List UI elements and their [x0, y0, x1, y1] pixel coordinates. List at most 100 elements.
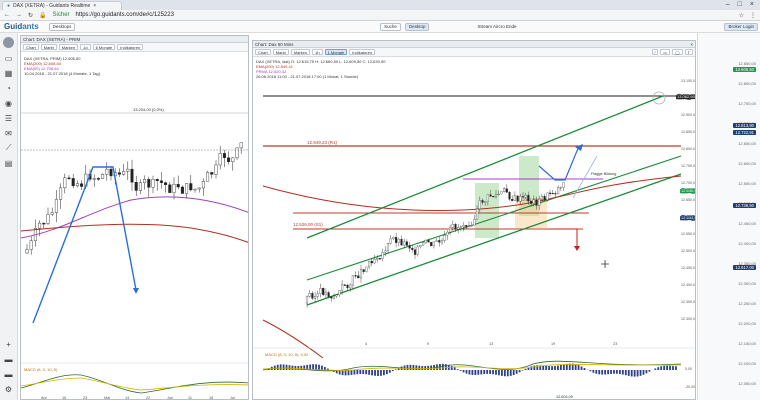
logo[interactable]: Guidants [2, 22, 39, 31]
macd-bar [341, 370, 344, 376]
tab-close-icon[interactable]: × [93, 3, 96, 9]
right-candle [519, 196, 522, 202]
forward-icon[interactable]: → [16, 12, 22, 18]
right-tool-interval[interactable]: 1h [312, 49, 323, 55]
macd-bar [666, 365, 668, 370]
left-chart-canvas[interactable]: 13.204,00 (0,0%) MACD (8, 3, 10, 5) Apr 1… [21, 53, 249, 400]
down-arrow-head [574, 246, 580, 251]
right-candle [508, 192, 511, 200]
grid-icon[interactable]: ▤ [4, 158, 14, 168]
folder-icon[interactable]: ▬ [4, 354, 14, 364]
left-blue-path [32, 166, 137, 324]
right-tool-chart[interactable]: Chart [255, 49, 271, 55]
left-x-tick: 18 [209, 396, 213, 400]
macd-bar [542, 365, 545, 370]
macd-bar [669, 365, 671, 370]
bell-icon[interactable]: ◔ [4, 83, 14, 93]
left-x-tick: 14 [125, 396, 129, 400]
scale-tick: 12.800,00 [738, 81, 756, 86]
macd-bar [498, 370, 500, 376]
macd-bar [633, 370, 636, 377]
right-tool-range[interactable]: 1 Monate [324, 49, 348, 55]
right-candle [532, 199, 535, 204]
message-icon[interactable]: ✉ [4, 128, 14, 138]
scale-tick: 12.050,00 [738, 381, 756, 386]
left-tool-range[interactable]: 6 Monate [92, 44, 116, 50]
maximize-icon[interactable]: □ [738, 0, 742, 10]
right-candle [524, 194, 527, 198]
left-tool-interval[interactable]: 1d [80, 44, 91, 50]
left-candle [180, 186, 184, 194]
right-y-tick: 12.500,00 [681, 249, 696, 253]
list-icon[interactable]: ☰ [4, 113, 14, 123]
left-macd-line [21, 374, 248, 394]
right-candle [368, 260, 371, 268]
draw-tool-2[interactable]: ▭ [660, 49, 671, 55]
back-icon[interactable]: ← [4, 12, 10, 18]
chart-icon[interactable]: ▦ [4, 68, 14, 78]
macd-bar [557, 365, 559, 370]
right-tool-indicators[interactable]: Indikatoren [349, 49, 376, 55]
left-tool-marken[interactable]: Marken [58, 44, 79, 50]
right-candle [562, 182, 565, 188]
left-tool-chart[interactable]: Chart [23, 44, 39, 50]
add-icon[interactable]: + [4, 339, 14, 349]
right-candle [335, 294, 338, 297]
scale-tick: 12.150,00 [738, 341, 756, 346]
right-tool-markt[interactable]: Markt [272, 49, 289, 55]
right-candle [373, 259, 376, 264]
right-tool-marken[interactable]: Marken [290, 49, 311, 55]
url-field[interactable]: https://go.guidants.com/de#c/125223 [76, 12, 174, 18]
right-candle [486, 194, 489, 202]
left-tool-markt[interactable]: Markt [40, 44, 57, 50]
monitor-icon[interactable]: ▭ [4, 53, 14, 63]
bottom-value: 12.604,00 [556, 395, 573, 399]
avatar[interactable] [3, 37, 14, 48]
minimize-icon[interactable]: – [726, 0, 730, 10]
broker-login-button[interactable]: Broker Login [724, 22, 758, 31]
right-y-tick: 12.300,00 [681, 317, 696, 321]
gear-icon[interactable]: ⚙ [4, 384, 14, 394]
macd-bar [273, 365, 276, 370]
right-candle [543, 196, 546, 201]
eye-icon[interactable]: ◉ [4, 98, 14, 108]
left-candle [164, 182, 168, 185]
right-candle [540, 196, 543, 200]
star-icon[interactable]: ☆ [739, 12, 744, 19]
right-candle [359, 269, 363, 279]
draw-tool-3[interactable]: ◯ [672, 49, 683, 55]
macd-bar [636, 370, 639, 377]
draw-tool-4[interactable]: T [684, 49, 693, 55]
right-indicator-label: MACD (8, 3, 10, 5): 0,92 [265, 352, 309, 357]
left-candle [193, 188, 197, 191]
desktops-button[interactable]: Desktops [48, 22, 76, 31]
left-x-tick: 23 [83, 396, 87, 400]
right-candle [305, 296, 309, 304]
macd-bar [471, 370, 474, 375]
macd-bar [601, 370, 604, 375]
macd-bar [427, 365, 430, 370]
browser-tab[interactable]: ● DAX (XETRA) - Guidants Realtime × [2, 1, 122, 10]
macd-bar [598, 370, 601, 375]
left-x-tick: Jun [167, 396, 173, 400]
draw-tool-1[interactable]: ∕ [651, 49, 659, 55]
desktop-button[interactable]: Desktop [404, 22, 430, 31]
close-window-icon[interactable]: × [750, 0, 754, 10]
reload-icon[interactable]: ↻ [28, 12, 33, 19]
search-button[interactable]: Suche [380, 22, 401, 31]
right-close-icon[interactable]: × [690, 42, 693, 47]
macd-bar [409, 364, 412, 370]
right-y-tick: 12.900,00 [681, 113, 696, 117]
right-candle [470, 225, 473, 227]
trend-icon[interactable]: ⟋ [4, 143, 14, 153]
macd-bar [474, 370, 477, 375]
menu-icon[interactable]: ⋮ [750, 12, 756, 19]
macd-bar [388, 370, 391, 373]
news-stream[interactable]: Stream Aircro Ende [477, 24, 516, 29]
macd-bar [645, 370, 648, 374]
right-candle [446, 231, 449, 236]
left-candle [176, 184, 180, 188]
right-chart-canvas[interactable]: 12.949,23 (R1) Flagge Bildung 12.526,00 … [253, 58, 696, 400]
folder-2-icon[interactable]: ▬ [4, 369, 14, 379]
left-tool-indicators[interactable]: Indikatoren [117, 44, 144, 50]
